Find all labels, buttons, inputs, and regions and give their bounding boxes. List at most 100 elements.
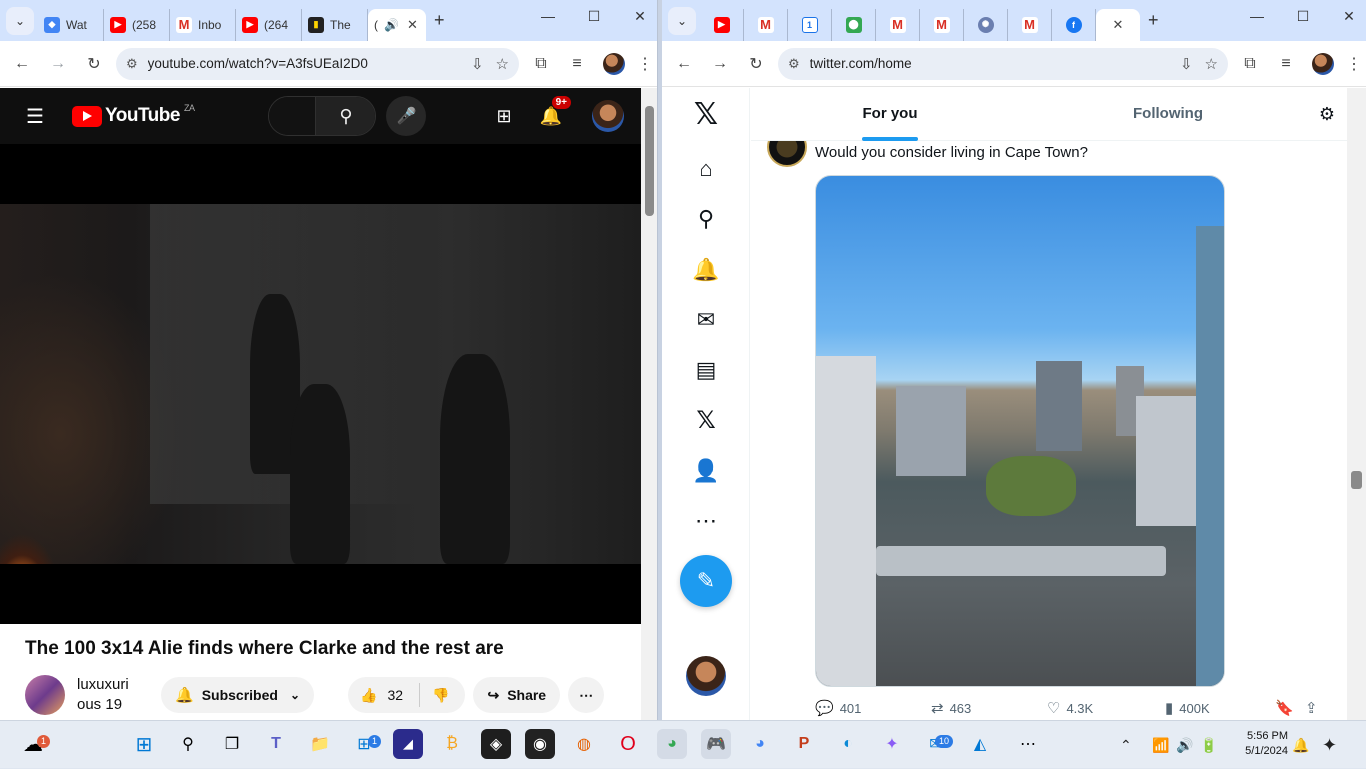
- youtube-logo[interactable]: YouTube ZA: [72, 103, 195, 127]
- address-bar[interactable]: ⚙ youtube.com/watch?v=A3fsUEaI2D0 ⇩ ☆: [116, 47, 519, 80]
- media-control-icon[interactable]: ≡: [1268, 55, 1304, 73]
- user-avatar[interactable]: [591, 100, 624, 132]
- messages-icon[interactable]: ✉: [692, 306, 720, 334]
- profile-avatar[interactable]: [603, 52, 625, 75]
- photos-icon[interactable]: ◭: [965, 729, 995, 759]
- minimize-icon[interactable]: —: [539, 8, 557, 25]
- retweet-button[interactable]: ⇄ 463: [931, 699, 1047, 717]
- search-box[interactable]: ⚲: [268, 96, 377, 136]
- channel-name[interactable]: luxuxuri: [77, 675, 139, 695]
- reply-button[interactable]: 💬 401: [815, 699, 931, 717]
- more-actions-button[interactable]: ⋯: [568, 677, 605, 713]
- like-button[interactable]: 👍 32: [348, 683, 421, 707]
- bitcoin-icon[interactable]: ₿: [437, 729, 467, 759]
- tab-youtube[interactable]: ▶: [700, 8, 744, 41]
- create-video-icon[interactable]: ⊞: [496, 106, 511, 127]
- volume-icon[interactable]: 🔊: [1176, 721, 1193, 769]
- firefox-icon[interactable]: ◍: [569, 729, 599, 759]
- wifi-icon[interactable]: 📶: [1152, 721, 1169, 769]
- more-apps-icon[interactable]: ⋯: [1013, 729, 1043, 759]
- site-info-icon[interactable]: ⚙: [788, 56, 800, 72]
- battery-icon[interactable]: 🔋: [1200, 721, 1217, 769]
- browser-menu-icon[interactable]: ⋮: [633, 54, 657, 74]
- install-app-icon[interactable]: ⇩: [471, 55, 484, 73]
- powerpoint-icon[interactable]: P: [789, 729, 819, 759]
- tab-for-you[interactable]: For you: [751, 88, 1029, 141]
- profile-avatar[interactable]: [1312, 52, 1334, 75]
- channel-info[interactable]: luxuxuri ous 19: [77, 675, 139, 715]
- tab-search-button[interactable]: ⌄: [668, 6, 696, 35]
- tab-gmail[interactable]: M: [1008, 8, 1052, 41]
- premium-x-icon[interactable]: 𝕏: [692, 406, 720, 434]
- tweet-author-avatar[interactable]: [767, 141, 807, 167]
- browser-menu-icon[interactable]: ⋮: [1342, 54, 1366, 74]
- start-windows-icon[interactable]: ⊞: [129, 729, 159, 759]
- dislike-button[interactable]: 👎: [420, 687, 465, 704]
- site-info-icon[interactable]: ⚙: [126, 56, 138, 72]
- lists-icon[interactable]: ▤: [692, 356, 720, 384]
- page-scrollbar[interactable]: [1347, 88, 1366, 720]
- tray-expand-icon[interactable]: ⌃: [1120, 721, 1132, 769]
- microphone-icon[interactable]: 🎤: [386, 96, 427, 136]
- close-window-icon[interactable]: ✕: [631, 8, 649, 25]
- media-control-icon[interactable]: ≡: [559, 55, 595, 73]
- chrome-icon[interactable]: ◕: [657, 729, 687, 759]
- teams-icon[interactable]: T: [261, 729, 291, 759]
- notification-center-icon[interactable]: 🔔: [1292, 721, 1309, 769]
- new-tab-button[interactable]: +: [434, 10, 445, 31]
- url-text[interactable]: youtube.com/watch?v=A3fsUEaI2D0: [148, 56, 459, 71]
- account-avatar[interactable]: [686, 656, 726, 696]
- timeline-settings-icon[interactable]: ⚙: [1307, 104, 1347, 125]
- system-clock[interactable]: 5:56 PM 5/1/2024: [1228, 729, 1288, 759]
- tab-maps[interactable]: ⬤: [832, 8, 876, 41]
- reload-icon[interactable]: ↻: [76, 54, 112, 74]
- tab-calendar[interactable]: 1: [788, 8, 832, 41]
- tweet-image-cape-town[interactable]: [815, 175, 1225, 687]
- tab-twitter-active[interactable]: ✕: [1096, 8, 1140, 41]
- close-tab-icon[interactable]: ✕: [1113, 17, 1124, 33]
- tab-active-playing[interactable]: ( 🔊 ✕: [368, 8, 426, 41]
- forward-icon[interactable]: →: [702, 55, 738, 73]
- chrome-profile-icon[interactable]: ◕: [745, 729, 775, 759]
- video-player[interactable]: [0, 144, 641, 624]
- maximize-icon[interactable]: ☐: [1294, 8, 1312, 25]
- bookmark-star-icon[interactable]: ☆: [496, 55, 509, 73]
- extensions-icon[interactable]: ⧉: [523, 55, 559, 73]
- search-input[interactable]: [269, 97, 316, 135]
- explore-search-icon[interactable]: ⚲: [692, 205, 720, 233]
- tab-search-button[interactable]: ⌄: [6, 6, 34, 35]
- tab-gmail[interactable]: M: [920, 8, 964, 41]
- like-button[interactable]: ♡ 4.3K: [1047, 699, 1165, 717]
- tab-watch[interactable]: ◆ Wat: [38, 8, 104, 41]
- share-button[interactable]: ↪ Share: [473, 677, 561, 713]
- share-tweet-button[interactable]: ⇪: [1305, 699, 1329, 717]
- home-icon[interactable]: ⌂: [692, 155, 720, 183]
- figma-icon[interactable]: ◈: [481, 729, 511, 759]
- linear-app-icon[interactable]: ◢: [393, 729, 423, 759]
- forward-icon[interactable]: →: [40, 55, 76, 73]
- tab-following[interactable]: Following: [1029, 88, 1307, 141]
- close-tab-icon[interactable]: ✕: [407, 17, 418, 33]
- copilot-icon[interactable]: ✦: [877, 729, 907, 759]
- task-view-icon[interactable]: ❐: [217, 729, 247, 759]
- menu-icon[interactable]: ☰: [26, 104, 50, 129]
- speaker-icon[interactable]: 🔊: [384, 18, 399, 32]
- tab-the[interactable]: ▮ The: [302, 8, 368, 41]
- url-text[interactable]: twitter.com/home: [810, 56, 1168, 71]
- microsoft-store-icon[interactable]: ⊞ 1: [349, 729, 381, 759]
- back-icon[interactable]: ←: [4, 55, 40, 73]
- tab-inbox[interactable]: M Inbo: [170, 8, 236, 41]
- notifications-icon[interactable]: 🔔: [692, 256, 720, 284]
- tab-facebook[interactable]: f: [1052, 8, 1096, 41]
- tab-youtube-2[interactable]: ▶ (264: [236, 8, 302, 41]
- channel-avatar[interactable]: [25, 675, 65, 715]
- new-tab-button[interactable]: +: [1148, 10, 1159, 31]
- page-scrollbar[interactable]: [641, 88, 657, 720]
- bookmark-button[interactable]: 🔖: [1275, 699, 1305, 717]
- mail-icon[interactable]: ✉10: [921, 729, 953, 759]
- reload-icon[interactable]: ↻: [738, 54, 774, 74]
- scrollbar-thumb[interactable]: [645, 106, 654, 216]
- edge-icon[interactable]: ◐: [833, 729, 863, 759]
- notifications-bell-icon[interactable]: 🔔 9+: [540, 95, 571, 127]
- search-icon[interactable]: ⚲: [315, 97, 376, 135]
